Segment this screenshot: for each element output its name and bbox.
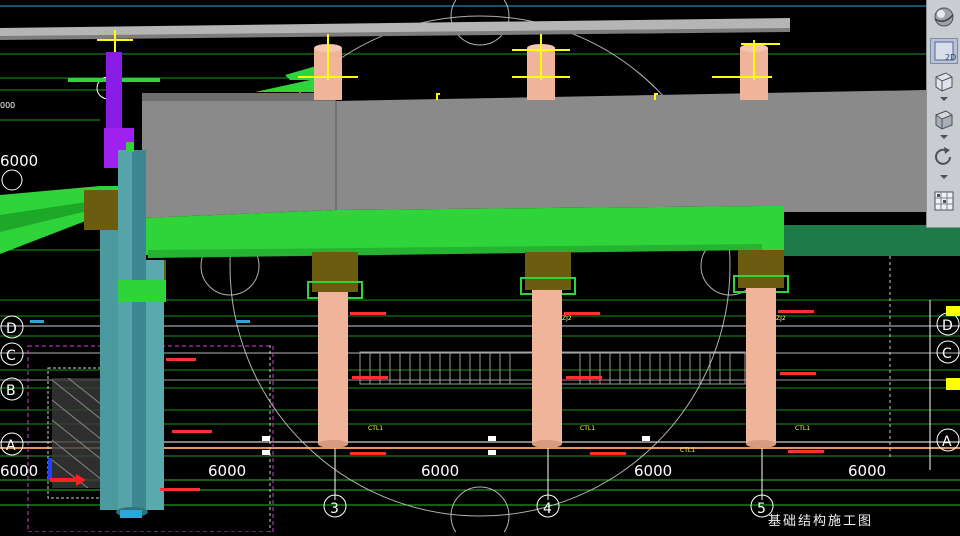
orbit-sphere-icon: [934, 7, 954, 27]
drawing-title: 基础结构施工图: [768, 514, 874, 529]
left-edge-dimension: 6000: [0, 152, 38, 170]
solid-cube-icon: [934, 110, 954, 130]
axis-label-a-right: A: [942, 434, 952, 450]
orbit-sphere-button[interactable]: [930, 4, 958, 30]
axis-label-d-right: D: [942, 318, 953, 334]
gray-concrete-slab: [142, 90, 926, 218]
cad-3d-viewport[interactable]: D C B A D C A 3 4 5 6000 6000 6000 6000 …: [0, 0, 960, 536]
axis-label-b-left: B: [6, 383, 16, 399]
cad-scene: D C B A D C A 3 4 5 6000 6000 6000 6000 …: [0, 0, 960, 536]
axis-label-a-left: A: [6, 438, 16, 454]
chevron-down-icon[interactable]: [939, 134, 949, 140]
svg-text:CTL1: CTL1: [795, 425, 810, 432]
dimension-label: 6000: [421, 462, 459, 480]
axis-label-4: 4: [543, 501, 552, 517]
svg-text:ZJ2: ZJ2: [776, 315, 786, 322]
dimension-label: 6000: [634, 462, 672, 480]
svg-text:ZJ2: ZJ2: [562, 315, 572, 322]
left-edge-dimension: 000: [0, 101, 15, 110]
view-2d-button[interactable]: 2D: [930, 38, 958, 64]
svg-text:CTL1: CTL1: [580, 425, 595, 432]
svg-text:CTL1: CTL1: [368, 425, 383, 432]
axis-label-3: 3: [330, 501, 339, 517]
chevron-down-icon[interactable]: [939, 174, 949, 180]
dimension-label: 6000: [848, 462, 886, 480]
rotate-icon: [935, 147, 951, 165]
axis-label-5: 5: [757, 501, 766, 517]
dimension-label: 6000: [208, 462, 246, 480]
rotate-button[interactable]: [930, 144, 958, 170]
grid-properties-button[interactable]: [930, 188, 958, 214]
dimension-label: 6000: [0, 462, 38, 480]
chevron-down-icon[interactable]: [939, 96, 949, 102]
axis-label-c-left: C: [6, 348, 16, 364]
view-2d-label: 2D: [945, 53, 957, 62]
grid-properties-icon: [934, 191, 954, 211]
svg-text:CTL1: CTL1: [680, 447, 695, 454]
axis-label-c-right: C: [942, 346, 952, 362]
axis-label-d-left: D: [6, 321, 17, 337]
view-navigation-toolbar: 2D: [926, 0, 960, 228]
wireframe-cube-icon: [935, 72, 953, 92]
solid-cube-button[interactable]: [930, 106, 958, 132]
wireframe-cube-button[interactable]: [930, 68, 958, 94]
